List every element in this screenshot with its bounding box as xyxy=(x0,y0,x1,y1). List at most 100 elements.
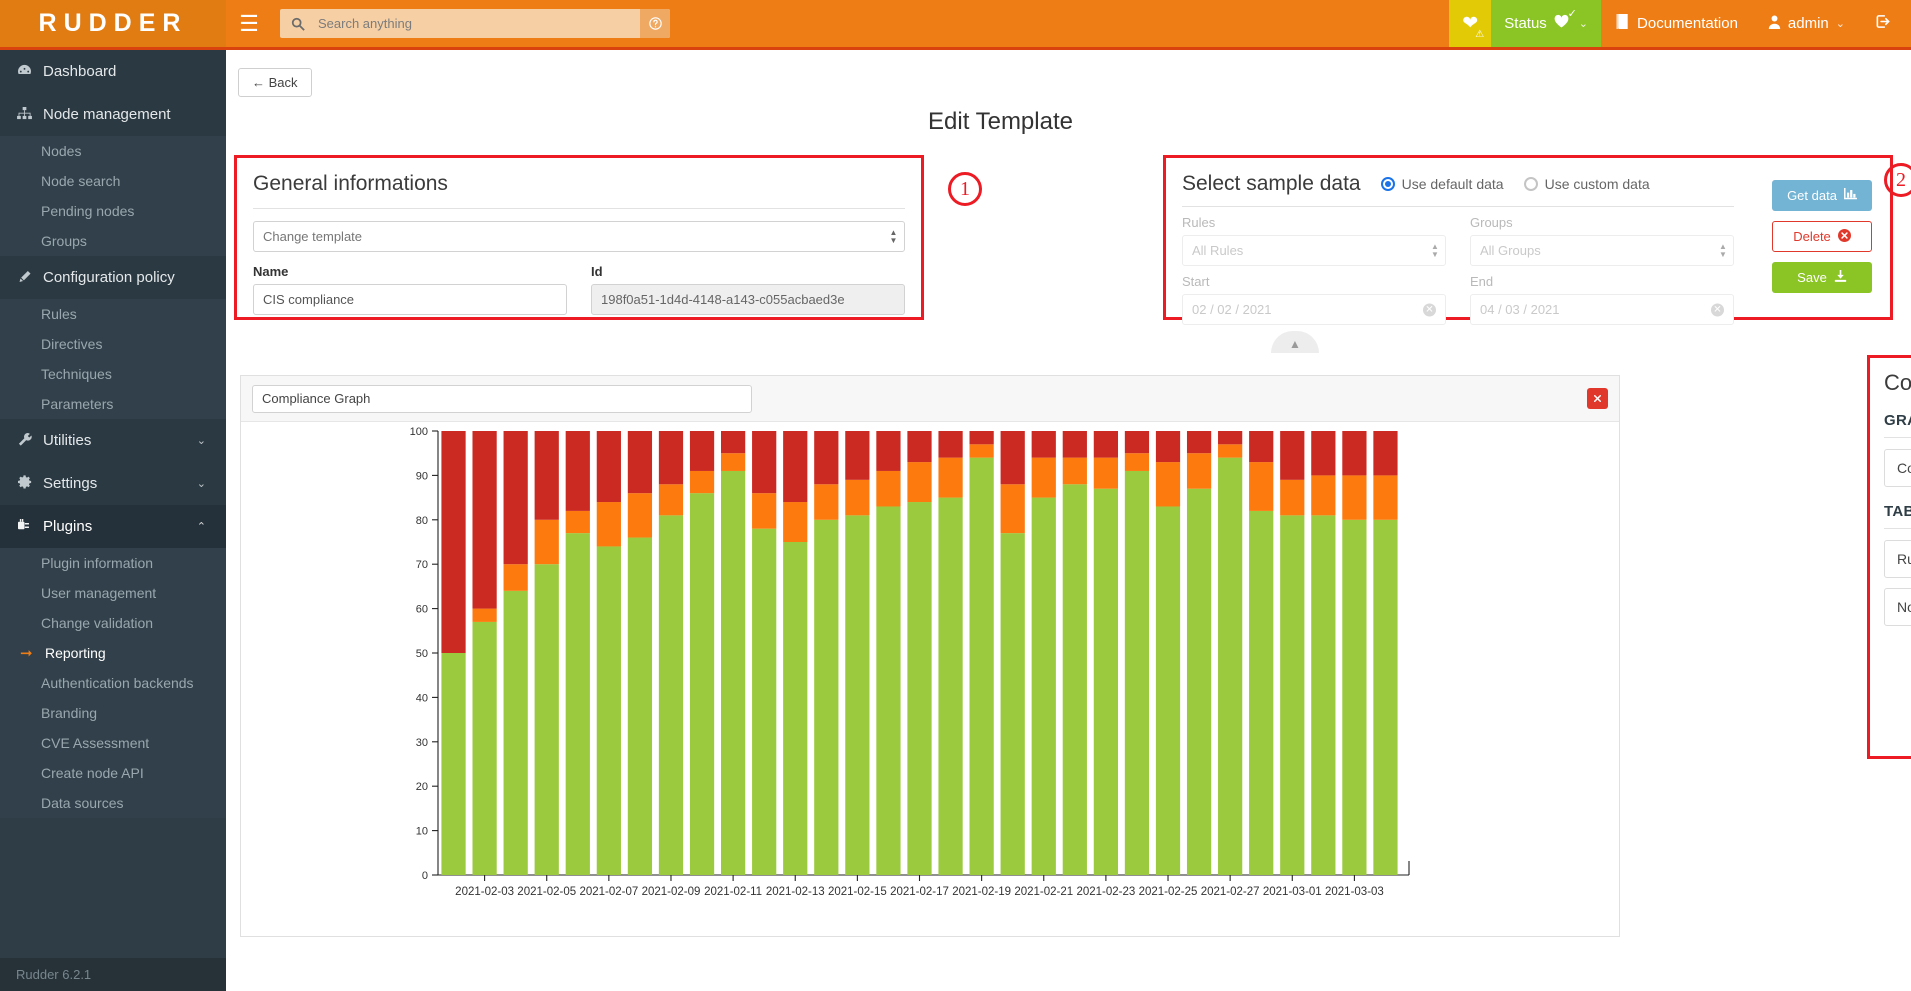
sidebar-item-dashboard[interactable]: Dashboard xyxy=(0,50,226,93)
sidebar-item-branding[interactable]: Branding xyxy=(0,698,226,728)
sidebar-item-label: Rules xyxy=(41,306,77,322)
save-button[interactable]: Save xyxy=(1772,262,1872,293)
sidebar-item-node-management[interactable]: Node management xyxy=(0,93,226,136)
component-rules[interactable]: Rules + xyxy=(1884,540,1911,578)
svg-text:2021-02-13: 2021-02-13 xyxy=(766,886,825,898)
sidebar-item-node-search[interactable]: Node search xyxy=(0,166,226,196)
plug-icon xyxy=(16,519,33,535)
collapse-panel-toggle[interactable]: ▲ xyxy=(1271,331,1319,353)
get-data-button[interactable]: Get data xyxy=(1772,180,1872,211)
sidebar-item-change-validation[interactable]: Change validation xyxy=(0,608,226,638)
sidebar-item-label: Pending nodes xyxy=(41,203,134,219)
svg-text:2021-02-21: 2021-02-21 xyxy=(1014,886,1073,898)
sidebar-item-label: Data sources xyxy=(41,795,123,811)
start-date-input[interactable]: 02 / 02 / 2021 ✕ xyxy=(1182,294,1446,325)
back-button[interactable]: ← Back xyxy=(238,68,312,97)
hamburger-icon[interactable]: ☰ xyxy=(226,0,272,47)
component-label: Rules xyxy=(1897,551,1911,567)
chart-card-header xyxy=(241,376,1619,422)
sidebar-item-pending-nodes[interactable]: Pending nodes xyxy=(0,196,226,226)
component-compliance[interactable]: Compliance + xyxy=(1884,449,1911,487)
bar-chart-icon xyxy=(1844,188,1857,203)
radio-use-default-data[interactable]: Use default data xyxy=(1381,176,1504,192)
component-nodes[interactable]: Nodes + xyxy=(1884,588,1911,626)
sidebar-item-plugin-information[interactable]: Plugin information xyxy=(0,548,226,578)
groups-value: All Groups xyxy=(1480,243,1541,258)
sidebar-item-cve-assessment[interactable]: CVE Assessment xyxy=(0,728,226,758)
sidebar-item-label: Create node API xyxy=(41,765,144,781)
download-icon xyxy=(1834,270,1847,286)
sidebar-item-directives[interactable]: Directives xyxy=(0,329,226,359)
delete-button[interactable]: Delete xyxy=(1772,221,1872,252)
chevron-down-icon: ⌄ xyxy=(197,477,206,490)
svg-text:2021-02-07: 2021-02-07 xyxy=(579,886,638,898)
sidebar-item-data-sources[interactable]: Data sources xyxy=(0,788,226,818)
sidebar-item-parameters[interactable]: Parameters xyxy=(0,389,226,419)
radio-use-custom-data[interactable]: Use custom data xyxy=(1524,176,1650,192)
component-label: Compliance xyxy=(1897,460,1911,476)
clear-icon[interactable]: ✕ xyxy=(1423,303,1436,316)
sidebar-item-techniques[interactable]: Techniques xyxy=(0,359,226,389)
sidebar-item-label: Settings xyxy=(43,475,97,492)
sidebar-item-label: Authentication backends xyxy=(41,675,194,691)
sidebar-item-nodes[interactable]: Nodes xyxy=(0,136,226,166)
start-label: Start xyxy=(1182,274,1446,289)
sidebar-item-label: Utilities xyxy=(43,432,91,449)
divider xyxy=(1182,206,1734,207)
sidebar-item-groups[interactable]: Groups xyxy=(0,226,226,256)
sidebar-item-settings[interactable]: Settings ⌄ xyxy=(0,462,226,505)
name-input[interactable] xyxy=(253,284,567,315)
search-box[interactable] xyxy=(280,9,670,38)
end-date-input[interactable]: 04 / 03 / 2021 ✕ xyxy=(1470,294,1734,325)
groups-select[interactable]: All Groups ▲▼ xyxy=(1470,235,1734,266)
components-panel: Components GRAPH Compliance + TABLE Rule… xyxy=(1867,355,1911,759)
remove-chart-button[interactable] xyxy=(1587,388,1608,409)
status-menu[interactable]: Status ✓ ⌄ xyxy=(1491,0,1601,47)
divider xyxy=(1884,528,1911,529)
select-sample-data-panel: Select sample data Use default data Use … xyxy=(1163,155,1893,320)
svg-text:2021-02-19: 2021-02-19 xyxy=(952,886,1011,898)
search-input[interactable] xyxy=(316,15,640,32)
sidebar-item-utilities[interactable]: Utilities ⌄ xyxy=(0,419,226,462)
svg-text:2021-02-11: 2021-02-11 xyxy=(704,886,762,898)
sidebar-item-label: Groups xyxy=(41,233,87,249)
pulse-icon: ✓ xyxy=(1553,14,1570,33)
documentation-link[interactable]: Documentation xyxy=(1601,0,1753,47)
svg-text:20: 20 xyxy=(416,781,428,793)
general-informations-panel: General informations Change template ▲▼ … xyxy=(234,155,924,320)
pencil-icon xyxy=(16,270,33,286)
change-template-select[interactable]: Change template ▲▼ xyxy=(253,221,905,252)
health-status-button[interactable]: ❤ ⚠ xyxy=(1449,0,1491,47)
sidebar-item-label: Change validation xyxy=(41,615,153,631)
top-navigation-bar: RUDDER ☰ ❤ ⚠ Status ✓ ⌄ xyxy=(0,0,1911,50)
svg-text:70: 70 xyxy=(416,559,428,571)
logout-button[interactable] xyxy=(1860,0,1911,47)
sidebar-item-authentication-backends[interactable]: Authentication backends xyxy=(0,668,226,698)
svg-text:80: 80 xyxy=(416,515,428,527)
status-label: Status xyxy=(1504,15,1547,32)
sidebar-item-create-node-api[interactable]: Create node API xyxy=(0,758,226,788)
sidebar-item-rules[interactable]: Rules xyxy=(0,299,226,329)
logout-icon xyxy=(1875,14,1891,33)
sidebar-item-plugins[interactable]: Plugins ⌃ xyxy=(0,505,226,548)
annotation-badge-1: 1 xyxy=(948,172,982,206)
svg-text:2021-02-15: 2021-02-15 xyxy=(828,886,887,898)
gear-icon xyxy=(16,475,33,492)
page-title: Edit Template xyxy=(928,108,1073,136)
id-input[interactable] xyxy=(591,284,905,315)
sidebar-item-reporting[interactable]: ➞ Reporting xyxy=(0,638,226,668)
clear-icon[interactable]: ✕ xyxy=(1711,303,1724,316)
svg-text:2021-02-27: 2021-02-27 xyxy=(1201,886,1260,898)
svg-text:100: 100 xyxy=(410,426,428,438)
chevron-up-icon: ▲ xyxy=(1289,337,1301,351)
sidebar-item-configuration-policy[interactable]: Configuration policy xyxy=(0,256,226,299)
chart-name-input[interactable] xyxy=(252,385,752,413)
user-menu[interactable]: admin ⌄ xyxy=(1753,0,1860,47)
chevron-down-icon: ⌄ xyxy=(1836,17,1845,30)
rules-select[interactable]: All Rules ▲▼ xyxy=(1182,235,1446,266)
sidebar-item-user-management[interactable]: User management xyxy=(0,578,226,608)
brand-logo[interactable]: RUDDER xyxy=(0,0,226,47)
svg-text:10: 10 xyxy=(416,826,428,838)
get-data-label: Get data xyxy=(1787,188,1837,203)
search-help-icon[interactable] xyxy=(640,9,670,38)
